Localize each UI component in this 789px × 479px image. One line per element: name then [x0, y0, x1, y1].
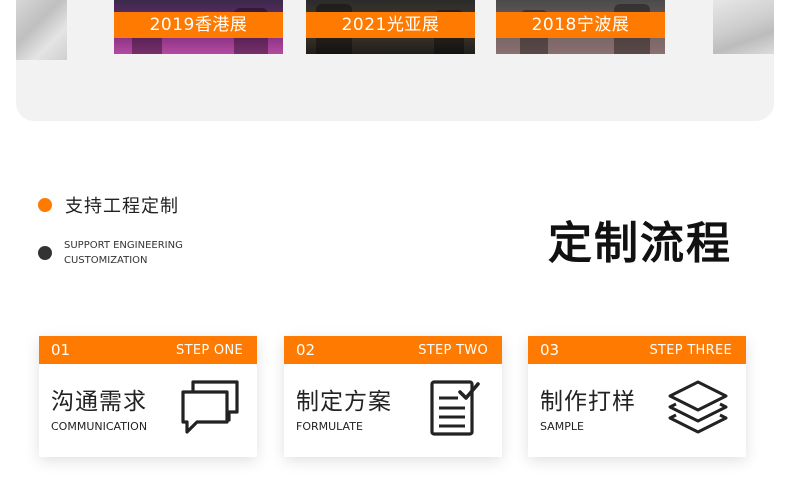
- checklist-document-icon: [430, 380, 480, 436]
- section-title: 定制流程: [548, 218, 732, 269]
- orange-bullet-icon: [38, 198, 52, 212]
- dark-bullet-icon: [38, 246, 52, 260]
- gallery-caption-1: 2019香港展: [114, 12, 283, 38]
- chat-bubbles-icon: [181, 380, 239, 434]
- step-card-3-header: 03 STEP THREE: [528, 336, 746, 364]
- step-title-cn: 沟通需求: [51, 389, 147, 415]
- gallery-caption-3: 2018宁波展: [496, 12, 665, 38]
- layers-stack-icon: [668, 380, 728, 434]
- feature-label-cn: 支持工程定制: [65, 196, 179, 217]
- gallery-thumb-3[interactable]: 2018宁波展: [496, 0, 665, 54]
- feature-row-cn: 支持工程定制: [38, 192, 179, 218]
- feature-row-en: SUPPORT ENGINEERING CUSTOMIZATION: [38, 238, 183, 268]
- gallery-thumb-1[interactable]: 2019香港展: [114, 0, 283, 54]
- step-number: 02: [296, 341, 316, 359]
- step-title-en: COMMUNICATION: [51, 420, 148, 433]
- gallery-thumb-partial-right[interactable]: [713, 0, 774, 54]
- gallery-thumb-2[interactable]: 2021光亚展: [306, 0, 475, 54]
- step-label: STEP TWO: [418, 342, 488, 358]
- gallery-thumb-partial-left[interactable]: [16, 0, 67, 60]
- step-title-en: FORMULATE: [296, 420, 363, 433]
- step-number: 03: [540, 341, 560, 359]
- gallery-caption-2: 2021光亚展: [306, 12, 475, 38]
- step-label: STEP THREE: [649, 342, 732, 358]
- step-card-2[interactable]: 02 STEP TWO 制定方案 FORMULATE: [284, 336, 502, 457]
- feature-label-en: SUPPORT ENGINEERING CUSTOMIZATION: [64, 238, 183, 268]
- step-card-1[interactable]: 01 STEP ONE 沟通需求 COMMUNICATION: [39, 336, 257, 457]
- step-title-cn: 制作打样: [540, 389, 636, 415]
- feature-label-en-line2: CUSTOMIZATION: [64, 255, 148, 266]
- step-title-en: SAMPLE: [540, 420, 584, 433]
- step-card-1-header: 01 STEP ONE: [39, 336, 257, 364]
- step-label: STEP ONE: [176, 342, 243, 358]
- step-number: 01: [51, 341, 71, 359]
- step-card-2-header: 02 STEP TWO: [284, 336, 502, 364]
- step-card-3[interactable]: 03 STEP THREE 制作打样 SAMPLE: [528, 336, 746, 457]
- feature-label-en-line1: SUPPORT ENGINEERING: [64, 240, 183, 251]
- step-title-cn: 制定方案: [296, 389, 392, 415]
